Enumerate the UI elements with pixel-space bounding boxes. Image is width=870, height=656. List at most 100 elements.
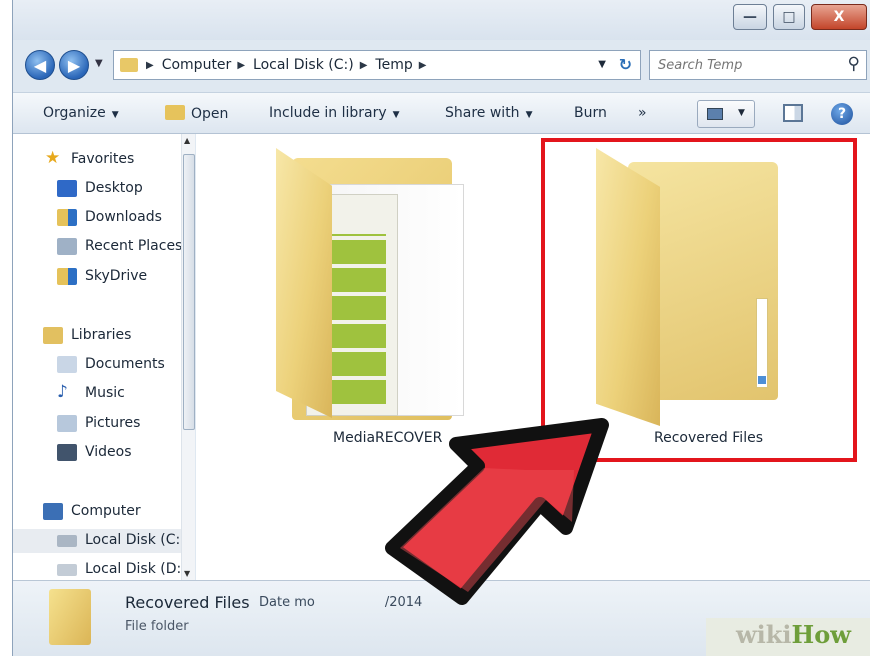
drive-icon	[57, 564, 77, 576]
nav-computer[interactable]: Computer	[13, 500, 183, 524]
file-item-mediarecover[interactable]	[262, 148, 464, 428]
nav-skydrive[interactable]: SkyDrive	[13, 265, 183, 289]
nav-videos[interactable]: Videos	[13, 441, 183, 465]
scrollbar-thumb[interactable]	[183, 154, 195, 430]
details-date-tail: /2014	[384, 595, 423, 610]
nav-desktop[interactable]: Desktop	[13, 177, 183, 201]
nav-recent-places-label: Recent Places	[85, 238, 183, 254]
downloads-icon	[57, 209, 77, 226]
navigation-pane: ★ Favorites Desktop Downloads Recent Pla…	[13, 134, 195, 580]
nav-libraries[interactable]: Libraries	[13, 324, 183, 348]
address-bar[interactable]: ▶ Computer ▶ Local Disk (C:) ▶ Temp ▶ ▼ …	[113, 50, 641, 80]
navigation-scrollbar[interactable]: ▲ ▼	[181, 134, 195, 580]
nav-pictures-label: Pictures	[85, 415, 141, 431]
address-row: ◀ ▶ ▼ ▶ Computer ▶ Local Disk (C:) ▶ Tem…	[13, 44, 870, 88]
chevron-right-icon[interactable]: ▶	[146, 60, 154, 71]
videos-icon	[57, 444, 77, 461]
burn-button[interactable]: Burn	[574, 105, 607, 121]
chevron-right-icon[interactable]: ▶	[419, 60, 427, 71]
nav-local-disk-d[interactable]: Local Disk (D:	[13, 558, 183, 582]
address-dropdown-icon[interactable]: ▼	[598, 59, 606, 70]
minimize-button[interactable]: —	[733, 4, 767, 30]
include-in-library-button[interactable]: Include in library ▼	[269, 105, 400, 121]
command-bar: Organize ▼ Open Include in library ▼ Share…	[13, 92, 870, 134]
forward-arrow-icon: ▶	[67, 55, 81, 75]
back-button[interactable]: ◀	[25, 50, 55, 80]
open-button[interactable]: Open	[165, 105, 228, 122]
details-file-name: Recovered Files	[125, 593, 250, 612]
nav-downloads[interactable]: Downloads	[13, 206, 183, 230]
search-box: ⚲	[649, 50, 867, 80]
pictures-icon	[57, 415, 77, 432]
star-icon: ★	[45, 148, 61, 168]
help-icon[interactable]: ?	[831, 103, 853, 125]
search-input[interactable]	[658, 57, 828, 73]
file-name-mediarecover[interactable]: MediaRECOVER	[333, 430, 442, 446]
breadcrumb-local-disk[interactable]: Local Disk (C:)	[253, 57, 354, 73]
nav-pictures[interactable]: Pictures	[13, 412, 183, 436]
folder-icon	[120, 58, 138, 72]
scroll-up-icon[interactable]: ▲	[184, 136, 190, 145]
recent-places-icon	[57, 238, 77, 255]
highlight-box	[541, 138, 857, 462]
folder-flap	[276, 148, 332, 418]
view-icon	[707, 108, 723, 120]
nav-downloads-label: Downloads	[85, 209, 162, 225]
organize-button[interactable]: Organize ▼	[43, 105, 119, 121]
close-button[interactable]: X	[811, 4, 867, 30]
nav-favorites-label: Favorites	[71, 151, 135, 167]
back-arrow-icon: ◀	[33, 55, 47, 75]
folder-icon	[49, 589, 91, 645]
include-in-library-label: Include in library	[269, 105, 387, 121]
nav-libraries-label: Libraries	[71, 327, 132, 343]
scroll-down-icon[interactable]: ▼	[184, 569, 190, 578]
wikihow-watermark: wikiHow	[706, 618, 870, 656]
maximize-button[interactable]: □	[773, 4, 805, 30]
nav-computer-label: Computer	[71, 503, 141, 519]
grid-graphic	[332, 234, 386, 404]
drive-icon	[57, 535, 77, 547]
nav-recent-places[interactable]: Recent Places	[13, 235, 183, 259]
details-file-type: File folder	[125, 619, 189, 634]
nav-documents-label: Documents	[85, 356, 165, 372]
open-folder-icon	[165, 105, 185, 120]
nav-favorites[interactable]: ★ Favorites	[13, 148, 183, 172]
chevron-right-icon[interactable]: ▶	[237, 60, 245, 71]
libraries-icon	[43, 327, 63, 344]
nav-documents[interactable]: Documents	[13, 353, 183, 377]
chevron-down-icon: ▼	[392, 110, 400, 120]
forward-button[interactable]: ▶	[59, 50, 89, 80]
preview-pane-icon[interactable]	[783, 104, 803, 122]
nav-music[interactable]: ♪ Music	[13, 382, 183, 406]
share-with-label: Share with	[445, 105, 520, 121]
breadcrumb-temp[interactable]: Temp	[375, 57, 412, 73]
breadcrumb-computer[interactable]: Computer	[162, 57, 232, 73]
chevron-down-icon: ▼	[525, 110, 533, 120]
details-date-label: Date mo/2014	[259, 595, 422, 610]
change-view-button[interactable]: ▼	[697, 100, 755, 128]
watermark-how: How	[791, 620, 851, 649]
watermark-wiki: wiki	[736, 620, 792, 649]
computer-icon	[43, 503, 63, 520]
open-label: Open	[191, 106, 229, 122]
desktop-icon	[57, 180, 77, 197]
nav-local-disk-c-label: Local Disk (C:	[85, 532, 181, 548]
search-icon[interactable]: ⚲	[848, 54, 860, 74]
chevron-right-icon[interactable]: ▶	[360, 60, 368, 71]
nav-videos-label: Videos	[85, 444, 132, 460]
nav-desktop-label: Desktop	[85, 180, 143, 196]
recent-pages-dropdown[interactable]: ▼	[95, 58, 103, 69]
organize-label: Organize	[43, 105, 106, 121]
chevron-down-icon: ▼	[111, 110, 119, 120]
nav-local-disk-c[interactable]: Local Disk (C:	[13, 529, 183, 553]
more-commands-button[interactable]: »	[638, 105, 647, 121]
nav-local-disk-d-label: Local Disk (D:	[85, 561, 182, 577]
chevron-down-icon[interactable]: ▼	[738, 108, 745, 118]
refresh-icon[interactable]: ↻	[619, 55, 632, 74]
documents-icon	[57, 356, 77, 373]
skydrive-icon	[57, 268, 77, 285]
music-icon: ♪	[57, 382, 68, 402]
title-bar: — □ X	[13, 0, 870, 40]
share-with-button[interactable]: Share with ▼	[445, 105, 532, 121]
nav-skydrive-label: SkyDrive	[85, 268, 148, 284]
